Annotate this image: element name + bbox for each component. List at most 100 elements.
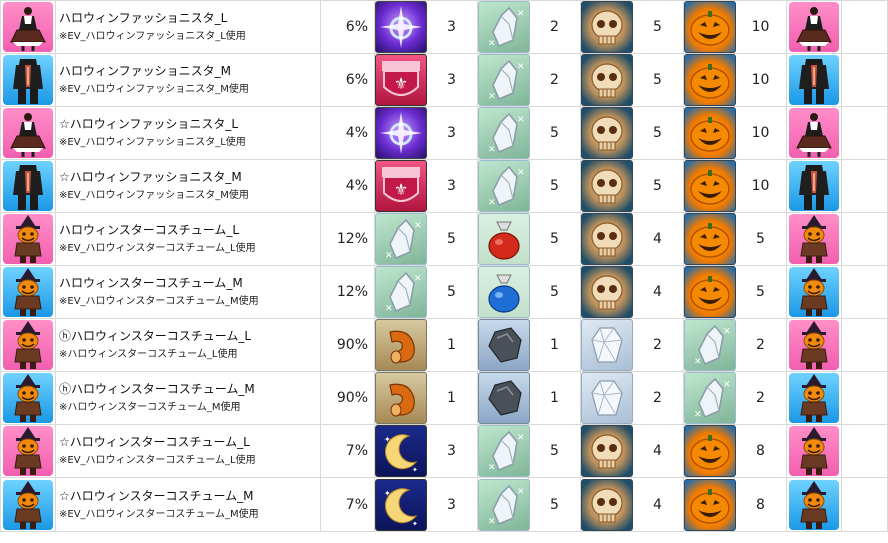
item-name: ⓗハロウィンスターコスチューム_M [59,382,255,396]
item-note: ※EV_ハロウィンファッショニスタ_L使用 [59,137,246,148]
success-rate: 90% [320,371,375,425]
costume-cell [0,318,56,372]
material-icon-cell [683,53,736,107]
svg-text:✕: ✕ [488,517,496,527]
costume-cell [0,53,56,107]
material-quantity: 5 [528,477,581,532]
item-name: ハロウィンファッショニスタ_M [59,64,231,78]
svg-text:✕: ✕ [517,9,525,19]
svg-text:✕: ✕ [694,357,702,367]
item-name: ☆ハロウィンスターコスチューム_L [59,435,250,449]
material-quantity: 5 [631,53,684,107]
black-suit-costume-icon [3,161,53,211]
material-icon-cell [374,371,427,425]
svg-text:✕: ✕ [385,304,393,314]
result-costume-cell [786,424,842,478]
material-quantity: 10 [734,106,787,160]
material-icon-cell: ✦ ✦ [374,424,427,478]
pumpkin-scarecrow-costume-icon [789,214,839,264]
black-suit-costume-icon [789,161,839,211]
pumpkin-scarecrow-costume-icon [3,320,53,370]
material-quantity: 5 [631,0,684,54]
material-quantity: 2 [734,371,787,425]
material-quantity: 5 [528,212,581,266]
copper-pipe-icon [375,319,427,371]
item-name: ハロウィンファッショニスタ_L [59,11,228,25]
success-rate: 7% [320,477,375,532]
success-rate: 12% [320,265,375,319]
skull-icon [581,1,633,53]
item-note: ※ハロウィンスターコスチューム_M使用 [59,402,241,413]
material-quantity: 2 [631,371,684,425]
crystal-shard-icon: ✕ ✕ [684,319,736,371]
pumpkin-scarecrow-costume-icon [789,426,839,476]
svg-text:✕: ✕ [488,92,496,102]
svg-text:✦: ✦ [384,489,391,498]
jack-o-lantern-icon [684,425,736,477]
svg-text:✕: ✕ [488,198,496,208]
crystal-shard-icon: ✕ ✕ [478,107,530,159]
material-icon-cell [683,159,736,213]
crystal-shard-icon: ✕ ✕ [375,213,427,265]
material-icon-cell: ✕ ✕ [374,265,427,319]
material-quantity: 5 [528,106,581,160]
svg-text:✕: ✕ [414,221,422,231]
material-quantity: 3 [425,424,478,478]
item-name-cell: ハロウィンファッショニスタ_M ※EV_ハロウィンファッショニスタ_M使用 [55,53,321,107]
crescent-moon-icon: ✦ ✦ [375,425,427,477]
item-name: ☆ハロウィンファッショニスタ_M [59,170,242,184]
svg-text:⚜: ⚜ [394,74,408,93]
pumpkin-scarecrow-costume-icon [3,479,53,530]
material-icon-cell: ✕ ✕ [477,106,530,160]
item-name-cell: ⓗハロウィンスターコスチューム_M ※ハロウィンスターコスチューム_M使用 [55,371,321,425]
skull-icon [581,54,633,106]
success-rate: 6% [320,0,375,54]
material-quantity: 5 [734,265,787,319]
pumpkin-scarecrow-costume-icon [3,426,53,476]
pumpkin-scarecrow-costume-icon [789,320,839,370]
result-costume-cell [786,0,842,54]
item-name-cell: ハロウィンスターコスチューム_L ※EV_ハロウィンスターコスチューム_L使用 [55,212,321,266]
spacer-cell [841,424,888,478]
skull-icon [581,425,633,477]
material-quantity: 5 [734,212,787,266]
material-icon-cell [374,318,427,372]
material-quantity: 3 [425,159,478,213]
success-rate: 4% [320,106,375,160]
success-rate: 90% [320,318,375,372]
material-icon-cell [683,212,736,266]
pink-dress-costume-icon [789,108,839,158]
spacer-cell [841,265,888,319]
material-icon-cell [580,106,633,160]
svg-text:✕: ✕ [517,115,525,125]
svg-text:✕: ✕ [488,39,496,49]
pumpkin-scarecrow-costume-icon [3,214,53,264]
material-icon-cell [683,424,736,478]
success-rate: 7% [320,424,375,478]
material-icon-cell: ✕ ✕ [374,212,427,266]
svg-text:✕: ✕ [723,327,731,337]
skull-icon [581,160,633,212]
material-quantity: 5 [528,265,581,319]
item-name-cell: ☆ハロウィンファッショニスタ_M ※EV_ハロウィンファッショニスタ_M使用 [55,159,321,213]
costume-cell [0,477,56,532]
result-costume-cell [786,53,842,107]
item-name: ハロウィンスターコスチューム_L [59,223,240,237]
crystal-shard-icon: ✕ ✕ [478,1,530,53]
costume-cell [0,371,56,425]
table-row: ⓗハロウィンスターコスチューム_M ※ハロウィンスターコスチューム_M使用 90% 1… [0,371,888,425]
material-icon-cell: ✕ ✕ [477,53,530,107]
skull-icon [581,213,633,265]
costume-cell [0,106,56,160]
material-icon-cell [477,265,530,319]
material-icon-cell [580,318,633,372]
costume-cell [0,265,56,319]
clear-crystal-icon [581,319,633,371]
material-icon-cell [374,0,427,54]
material-icon-cell: ✕ ✕ [477,159,530,213]
spacer-cell [841,0,888,54]
item-name-cell: ☆ハロウィンスターコスチューム_M ※EV_ハロウィンスターコスチューム_M使用 [55,477,321,532]
material-icon-cell [580,265,633,319]
material-quantity: 10 [734,0,787,54]
jack-o-lantern-icon [684,213,736,265]
